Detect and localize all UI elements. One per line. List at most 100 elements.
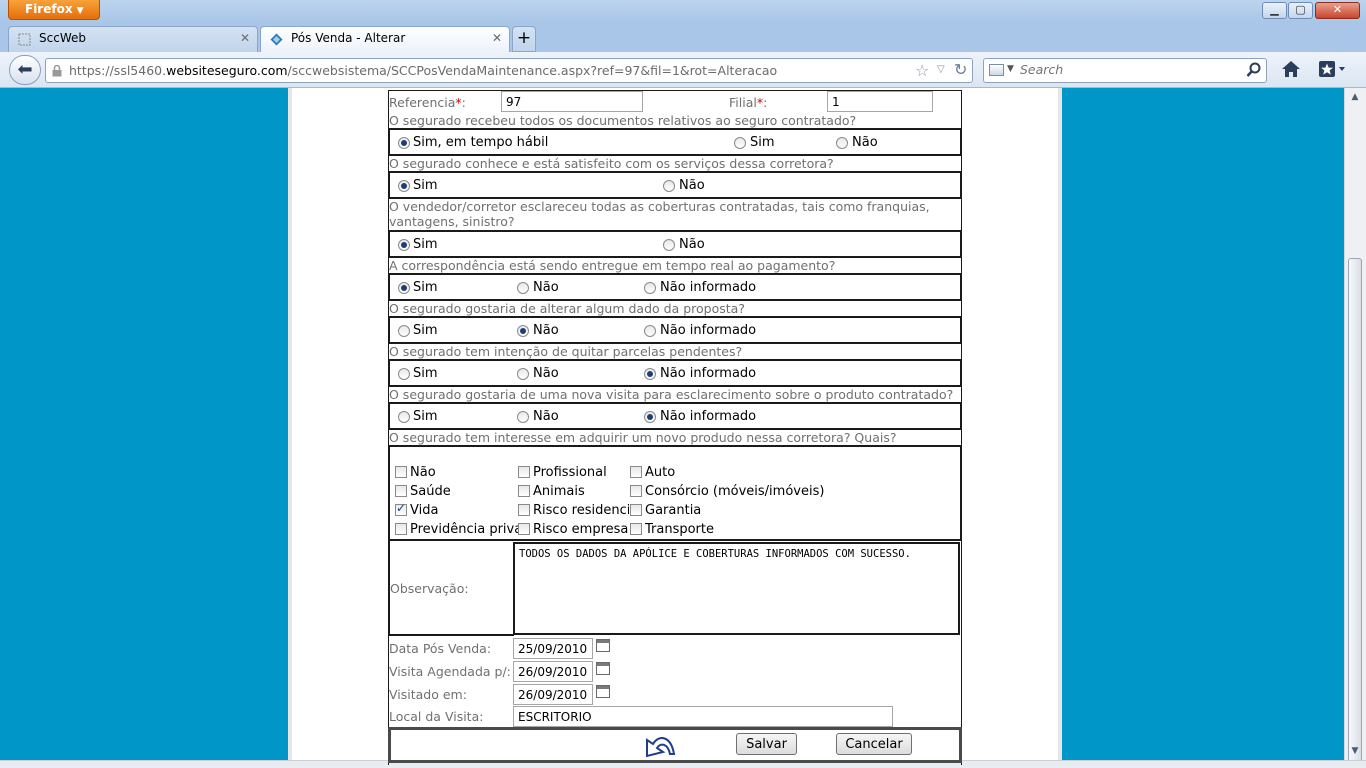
question-6: O segurado tem intenção de quitar parcel… [389,344,743,359]
product-checkbox-auto[interactable] [630,466,642,478]
product-checkbox-risco-residencial[interactable] [518,504,530,516]
product-label: Vida [410,503,439,518]
product-checkbox-animais[interactable] [518,485,530,497]
q4-radio-nao-informado[interactable] [644,282,656,294]
product-checkbox-saude[interactable] [395,485,407,497]
product-label: Risco empresarial [533,522,629,537]
search-input[interactable] [1020,62,1240,77]
scroll-thumb[interactable] [1348,258,1362,768]
q1-radio-sim[interactable] [734,137,746,149]
window-titlebar: Firefox ▼ ▁ ▢ ✕ [0,0,1366,22]
tab-pos-venda-alterar[interactable]: Pós Venda - Alterar ✕ [260,26,510,52]
star-icon[interactable]: ☆ [915,61,929,80]
q2-radio-sim[interactable] [398,180,410,192]
q1-option-label: Sim, em tempo hábil [413,135,549,150]
q6-option-label: Não informado [660,366,757,381]
close-window-button[interactable]: ✕ [1315,2,1360,19]
q6-radio-sim[interactable] [398,368,410,380]
q5-option-label: Não informado [660,323,757,338]
product-label: Saúde [410,484,451,499]
product-checkbox-nao[interactable] [395,466,407,478]
url-domain: websiteseguro.com [166,63,288,78]
q4-option-label: Não [533,280,559,295]
new-tab-button[interactable]: + [512,26,536,52]
q2-radio-nao[interactable] [663,180,675,192]
page-icon [18,33,31,46]
visitado-em-input[interactable] [513,684,593,705]
observacao-textarea[interactable]: TODOS OS DADOS DA APÓLICE E COBERTURAS I… [513,542,960,635]
q7-radio-nao[interactable] [517,411,529,423]
q5-radio-nao[interactable] [517,325,529,337]
calendar-icon[interactable] [596,639,610,652]
q4-radio-sim[interactable] [398,282,410,294]
product-checkbox-transporte[interactable] [630,523,642,535]
q1-radio-nao[interactable] [836,137,848,149]
product-label: Auto [645,465,676,480]
q3-radio-sim[interactable] [398,239,410,251]
product-checkbox-profissional[interactable] [518,466,530,478]
q7-option-label: Não informado [660,409,757,424]
firefox-menu-label: Firefox [25,2,73,16]
reload-icon[interactable]: ↻ [954,60,967,79]
search-engine-icon[interactable] [989,64,1004,76]
calendar-icon[interactable] [596,662,610,675]
q7-radio-sim[interactable] [398,411,410,423]
q5-radio-nao-informado[interactable] [644,325,656,337]
product-label: Consórcio (móveis/imóveis) [645,484,825,499]
minimize-button[interactable]: ▁ [1262,2,1287,19]
scroll-down-icon[interactable]: ▼ [1347,743,1363,759]
q2-option-label: Sim [413,178,438,193]
close-tab-icon[interactable]: ✕ [240,31,250,45]
q1-radio-sim-tempo-habil[interactable] [398,137,410,149]
url-text: https://ssl5460.websiteseguro.com/sccweb… [69,63,777,78]
q5-radio-sim[interactable] [398,325,410,337]
product-checkbox-vida[interactable] [395,501,407,516]
lock-icon [52,65,62,77]
filial-input[interactable] [827,91,933,112]
back-button[interactable]: ⬅ [9,55,41,85]
product-checkbox-previdencia[interactable] [395,523,407,535]
q3-option-label: Não [679,237,705,252]
product-label: Garantia [645,503,702,518]
cancel-button[interactable]: Cancelar [836,733,912,755]
product-label: Profissional [533,465,607,480]
question-2: O segurado conhece e está satisfeito com… [389,156,834,171]
chevron-down-icon[interactable]: ▽ [937,64,945,75]
question-5: O segurado gostaria de alterar algum dad… [389,301,745,316]
close-tab-icon[interactable]: ✕ [492,31,502,45]
tab-sccweb[interactable]: SccWeb ✕ [8,26,258,52]
question-7: O segurado gostaria de uma nova visita p… [389,387,954,402]
answer-box-3 [388,230,962,258]
q6-option-label: Não [533,366,559,381]
calendar-icon[interactable] [596,685,610,698]
url-bar[interactable]: https://ssl5460.websiteseguro.com/sccweb… [45,58,973,83]
visita-agendada-input[interactable] [513,661,593,682]
search-icon[interactable] [1246,62,1262,78]
url-prefix: https://ssl5460. [69,63,167,78]
q6-radio-nao[interactable] [517,368,529,380]
local-visita-input[interactable] [513,706,893,727]
referencia-input[interactable] [501,91,643,112]
vertical-scrollbar[interactable]: ▲ ▼ [1344,88,1366,768]
question-4: A correspondência está sendo entregue em… [389,258,836,273]
chevron-down-icon[interactable]: ▼ [1007,64,1014,74]
bookmarks-icon[interactable] [1318,60,1346,78]
product-checkbox-risco-empresarial[interactable] [518,523,530,535]
scroll-up-icon[interactable]: ▲ [1347,89,1363,105]
q7-option-label: Não [533,409,559,424]
data-pos-venda-input[interactable] [513,638,593,659]
q2-option-label: Não [679,178,705,193]
q4-radio-nao[interactable] [517,282,529,294]
save-button[interactable]: Salvar [736,733,797,755]
q3-radio-nao[interactable] [663,239,675,251]
back-link-icon[interactable] [643,730,677,758]
q6-radio-nao-informado[interactable] [644,368,656,380]
home-icon[interactable] [1281,59,1301,79]
product-checkbox-consorcio[interactable] [630,485,642,497]
maximize-button[interactable]: ▢ [1288,2,1313,19]
q6-option-label: Sim [413,366,438,381]
firefox-menu-button[interactable]: Firefox ▼ [8,0,100,20]
q7-radio-nao-informado[interactable] [644,411,656,423]
product-checkbox-garantia[interactable] [630,504,642,516]
q4-option-label: Não informado [660,280,757,295]
